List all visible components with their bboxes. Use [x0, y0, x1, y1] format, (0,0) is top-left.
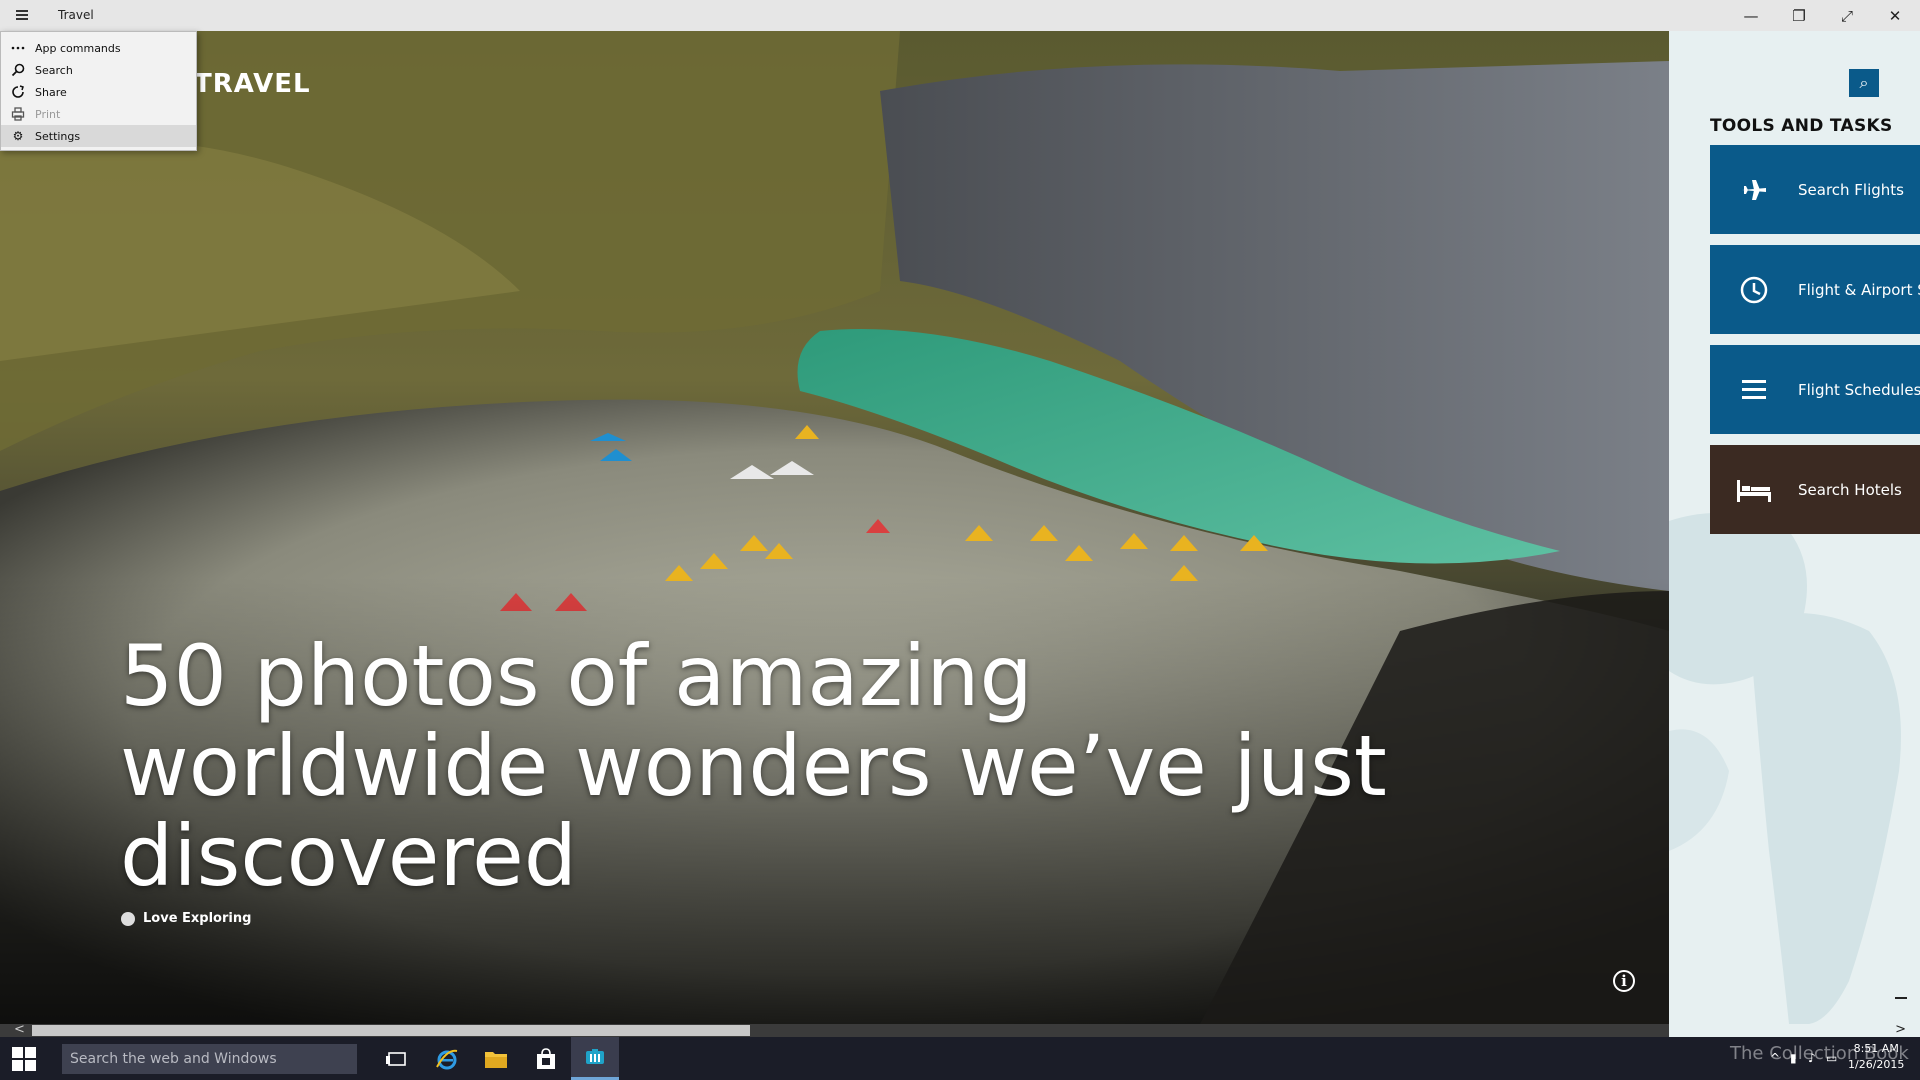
taskbar: Search the web and Windows The Collectio…	[0, 1037, 1920, 1080]
menu-item-app-commands[interactable]: App commands	[1, 37, 196, 59]
panel-search-button[interactable]: ⌕	[1849, 69, 1879, 97]
source-name: Love Exploring	[143, 911, 252, 926]
list-icon	[1710, 374, 1798, 406]
tile-search-flights[interactable]: Search Flights	[1710, 145, 1920, 234]
tile-label: Search Flights	[1798, 180, 1904, 199]
more-dots-icon	[1, 46, 35, 50]
fullscreen-button[interactable]: ⤢	[1824, 0, 1870, 31]
scrollbar-thumb[interactable]	[32, 1025, 750, 1036]
menu-item-label: Search	[35, 63, 73, 77]
tile-label: Search Hotels	[1798, 480, 1902, 499]
tile-label: Flight Schedules	[1798, 380, 1920, 399]
menu-item-label: App commands	[35, 41, 121, 55]
tools-panel: ⌕ TOOLS AND TASKS Search Flights Flight …	[1669, 31, 1920, 1024]
tile-label: Flight & Airport S	[1798, 280, 1920, 299]
menu-item-settings[interactable]: ⚙ Settings	[1, 125, 196, 147]
source-logo-icon	[121, 911, 135, 926]
menu-item-search[interactable]: Search	[1, 59, 196, 81]
gear-icon: ⚙	[12, 129, 24, 143]
title-bar: Travel — ❐ ⤢ ✕	[0, 0, 1920, 32]
tile-flight-airport-status[interactable]: Flight & Airport S	[1710, 245, 1920, 334]
menu-item-label: Settings	[35, 129, 81, 143]
hamburger-menu-icon[interactable]	[10, 4, 36, 26]
network-icon[interactable]: ▮	[1790, 1051, 1797, 1065]
tile-flight-schedules[interactable]: Flight Schedules	[1710, 345, 1920, 434]
share-icon	[1, 85, 35, 99]
hero-section[interactable]: TRAVEL 50 photos of amazing worldwide wo…	[0, 31, 1669, 1024]
bed-icon	[1710, 476, 1798, 504]
system-clock[interactable]: 8:51 AM 1/26/2015	[1848, 1041, 1904, 1073]
clock-date: 1/26/2015	[1848, 1058, 1905, 1071]
windows-start-icon[interactable]	[12, 1047, 36, 1071]
search-icon	[1, 63, 35, 77]
window-title: Travel	[58, 8, 94, 22]
section-label[interactable]: TRAVEL	[194, 69, 311, 99]
article-source[interactable]: Love Exploring	[121, 911, 251, 926]
app-commands-menu: App commands Search Share Print ⚙ Settin…	[0, 31, 197, 151]
taskbar-search-input[interactable]: Search the web and Windows	[62, 1044, 357, 1074]
zoom-out-icon[interactable]	[1895, 997, 1907, 999]
clock-icon	[1710, 274, 1798, 306]
minimize-button[interactable]: —	[1728, 0, 1774, 31]
print-icon	[1, 107, 35, 121]
volume-icon[interactable]: ♪	[1808, 1051, 1816, 1065]
panel-scroll-track: >	[1669, 1022, 1920, 1037]
close-button[interactable]: ✕	[1872, 0, 1918, 31]
internet-explorer-icon[interactable]	[423, 1037, 471, 1080]
action-center-icon[interactable]: ▭	[1826, 1051, 1837, 1065]
tile-search-hotels[interactable]: Search Hotels	[1710, 445, 1920, 534]
travel-app-icon[interactable]	[571, 1037, 619, 1080]
menu-item-print[interactable]: Print	[1, 103, 196, 125]
scroll-right-icon[interactable]: >	[1895, 1022, 1906, 1037]
airplane-icon	[1710, 174, 1798, 206]
task-view-icon[interactable]	[372, 1037, 420, 1080]
show-hidden-icons-icon[interactable]: ^	[1770, 1051, 1780, 1065]
panel-title: TOOLS AND TASKS	[1710, 116, 1893, 136]
article-headline[interactable]: 50 photos of amazing worldwide wonders w…	[120, 631, 1470, 901]
menu-item-label: Share	[35, 85, 67, 99]
file-explorer-icon[interactable]	[472, 1037, 520, 1080]
menu-item-share[interactable]: Share	[1, 81, 196, 103]
scroll-left-icon[interactable]: <	[14, 1022, 25, 1037]
menu-item-label: Print	[35, 107, 61, 121]
store-icon[interactable]	[522, 1037, 570, 1080]
clock-time: 8:51 AM	[1853, 1042, 1899, 1055]
horizontal-scrollbar[interactable]: <	[0, 1022, 1669, 1037]
restore-button[interactable]: ❐	[1776, 0, 1822, 31]
info-icon[interactable]: i	[1613, 970, 1635, 992]
